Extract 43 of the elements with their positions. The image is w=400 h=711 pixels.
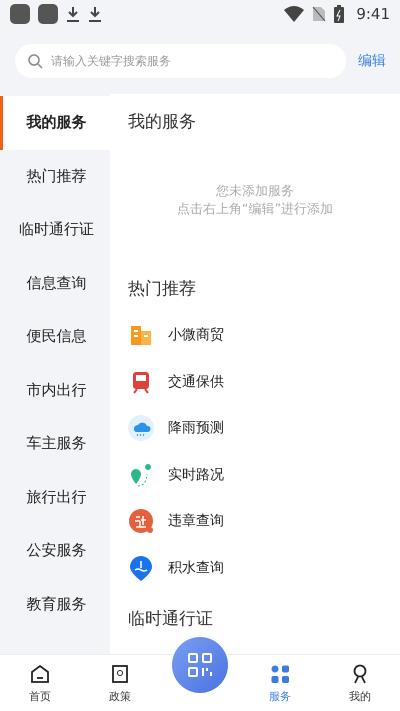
service-item[interactable]: 交通保供 bbox=[128, 358, 382, 405]
home-icon bbox=[29, 662, 51, 684]
nav-tab[interactable]: 我的 bbox=[320, 662, 400, 704]
clock-time: 9:41 bbox=[356, 5, 390, 23]
edit-link[interactable]: 编辑 bbox=[358, 52, 386, 70]
grid-icon bbox=[269, 662, 291, 684]
notification-icon bbox=[10, 4, 30, 24]
service-item[interactable]: 小微商贸 bbox=[128, 312, 382, 358]
empty-hint: 您未添加服务 bbox=[215, 183, 295, 201]
battery-icon bbox=[334, 5, 344, 23]
book-icon bbox=[109, 662, 131, 684]
nav-tab[interactable]: 服务 bbox=[240, 662, 320, 704]
service-item[interactable]: 违章查询 bbox=[128, 498, 382, 544]
sidebar-item[interactable]: 我的服务 bbox=[0, 96, 110, 150]
nav-tab[interactable]: 首页 bbox=[0, 662, 80, 704]
rain-cloud-icon bbox=[128, 415, 154, 442]
wifi-icon bbox=[284, 6, 304, 22]
route-pin-icon bbox=[128, 462, 154, 488]
sidebar-item[interactable]: 便民信息 bbox=[0, 310, 110, 364]
section-title: 临时通行证 bbox=[128, 608, 214, 630]
sidebar-item[interactable]: 信息查询 bbox=[0, 256, 110, 310]
section-title: 热门推荐 bbox=[128, 278, 197, 300]
service-item[interactable]: 积水查询 bbox=[128, 544, 382, 591]
section-title: 我的服务 bbox=[128, 111, 197, 133]
search-field[interactable]: 请输入关键字搜索服务 bbox=[15, 44, 346, 78]
service-item[interactable]: 实时路况 bbox=[128, 452, 382, 498]
sidebar-item[interactable]: 热门推荐 bbox=[0, 150, 110, 203]
no-sim-icon bbox=[312, 6, 326, 22]
violation-badge-icon bbox=[128, 508, 154, 534]
water-pin-icon bbox=[128, 554, 154, 581]
sidebar-item[interactable]: 市内出行 bbox=[0, 364, 110, 417]
notification-icon bbox=[38, 4, 58, 24]
nav-tab[interactable]: 政策 bbox=[80, 662, 160, 704]
service-item[interactable]: 降雨预测 bbox=[128, 405, 382, 452]
empty-hint: 点击右上角“编辑”进行添加 bbox=[176, 201, 334, 219]
download-icon bbox=[66, 6, 80, 22]
sidebar-item[interactable]: 车主服务 bbox=[0, 417, 110, 470]
download-icon bbox=[88, 6, 102, 22]
sidebar-item[interactable]: 公安服务 bbox=[0, 524, 110, 578]
qr-code-icon bbox=[187, 652, 213, 678]
sidebar-item[interactable]: 旅行出行 bbox=[0, 470, 110, 524]
sidebar-item[interactable]: 教育服务 bbox=[0, 578, 110, 631]
sidebar-item[interactable]: 临时通行证 bbox=[0, 203, 110, 256]
